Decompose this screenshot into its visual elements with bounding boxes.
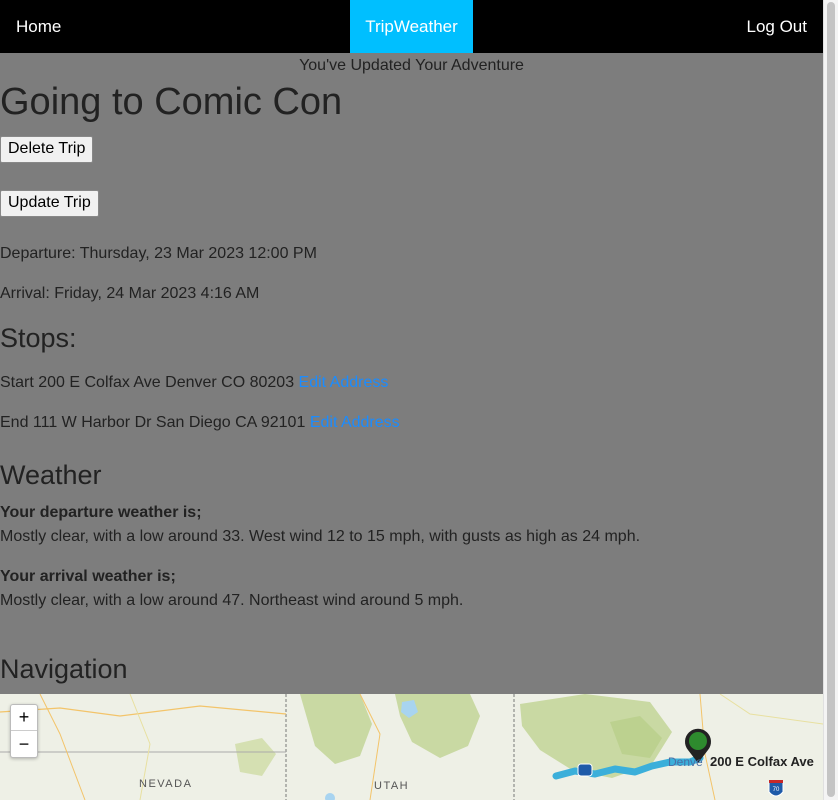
stop-item-end: End 111 W Harbor Dr San Diego CA 92101 E… bbox=[0, 414, 400, 432]
highway-shield-number: 70 bbox=[773, 787, 780, 793]
map-land-patch bbox=[300, 694, 372, 764]
edit-address-link-end[interactable]: Edit Address bbox=[310, 414, 400, 431]
map-land-patch bbox=[235, 738, 276, 776]
edit-address-link-start[interactable]: Edit Address bbox=[299, 374, 389, 391]
map-road bbox=[0, 705, 287, 717]
map-city-label: Denve bbox=[668, 755, 703, 769]
map-marker-center bbox=[689, 732, 707, 750]
map-lake bbox=[325, 793, 335, 800]
departure-weather-label: Your departure weather is; bbox=[0, 504, 202, 521]
navbar: Home TripWeather Log Out bbox=[0, 0, 823, 53]
stop-address: Start 200 E Colfax Ave Denver CO 80203 bbox=[0, 374, 295, 391]
arrival-weather-label: Your arrival weather is; bbox=[0, 568, 176, 585]
map-marker-label: 200 E Colfax Ave bbox=[710, 754, 814, 769]
map-zoom-control: + − bbox=[10, 704, 38, 758]
departure-time: Departure: Thursday, 23 Mar 2023 12:00 P… bbox=[0, 245, 317, 262]
delete-trip-button[interactable]: Delete Trip bbox=[0, 136, 94, 163]
weather-heading: Weather bbox=[0, 460, 102, 490]
highway-shield-icon bbox=[577, 763, 593, 777]
nav-logout-link[interactable]: Log Out bbox=[747, 17, 808, 37]
stop-address: End 111 W Harbor Dr San Diego CA 92101 bbox=[0, 414, 306, 431]
map-base: 70 bbox=[0, 694, 823, 800]
map-state-label: NEVADA bbox=[139, 778, 193, 790]
trip-title: Going to Comic Con bbox=[0, 81, 343, 123]
scrollbar[interactable] bbox=[823, 0, 838, 800]
nav-home-link[interactable]: Home bbox=[16, 17, 61, 37]
stops-heading: Stops: bbox=[0, 323, 77, 353]
zoom-out-button[interactable]: − bbox=[11, 731, 37, 757]
page-overlay: Home TripWeather Log Out You've Updated … bbox=[0, 0, 823, 800]
zoom-in-button[interactable]: + bbox=[11, 705, 37, 731]
flash-message: You've Updated Your Adventure bbox=[299, 57, 524, 74]
route-map[interactable]: 70 NEVADA UTAH Denve 200 E Colfax Ave bbox=[0, 694, 823, 800]
update-trip-button[interactable]: Update Trip bbox=[0, 190, 99, 217]
arrival-time: Arrival: Friday, 24 Mar 2023 4:16 AM bbox=[0, 285, 260, 302]
stop-item-start: Start 200 E Colfax Ave Denver CO 80203 E… bbox=[0, 374, 388, 392]
highway-shield-top bbox=[769, 780, 783, 783]
scrollbar-thumb[interactable] bbox=[827, 2, 835, 797]
map-state-label: UTAH bbox=[374, 780, 410, 792]
departure-weather-text: Mostly clear, with a low around 33. West… bbox=[0, 528, 641, 545]
nav-brand-link[interactable]: TripWeather bbox=[350, 0, 473, 53]
map-road bbox=[719, 694, 823, 725]
arrival-weather-text: Mostly clear, with a low around 47. Nort… bbox=[0, 592, 464, 609]
navigation-heading: Navigation bbox=[0, 654, 128, 684]
